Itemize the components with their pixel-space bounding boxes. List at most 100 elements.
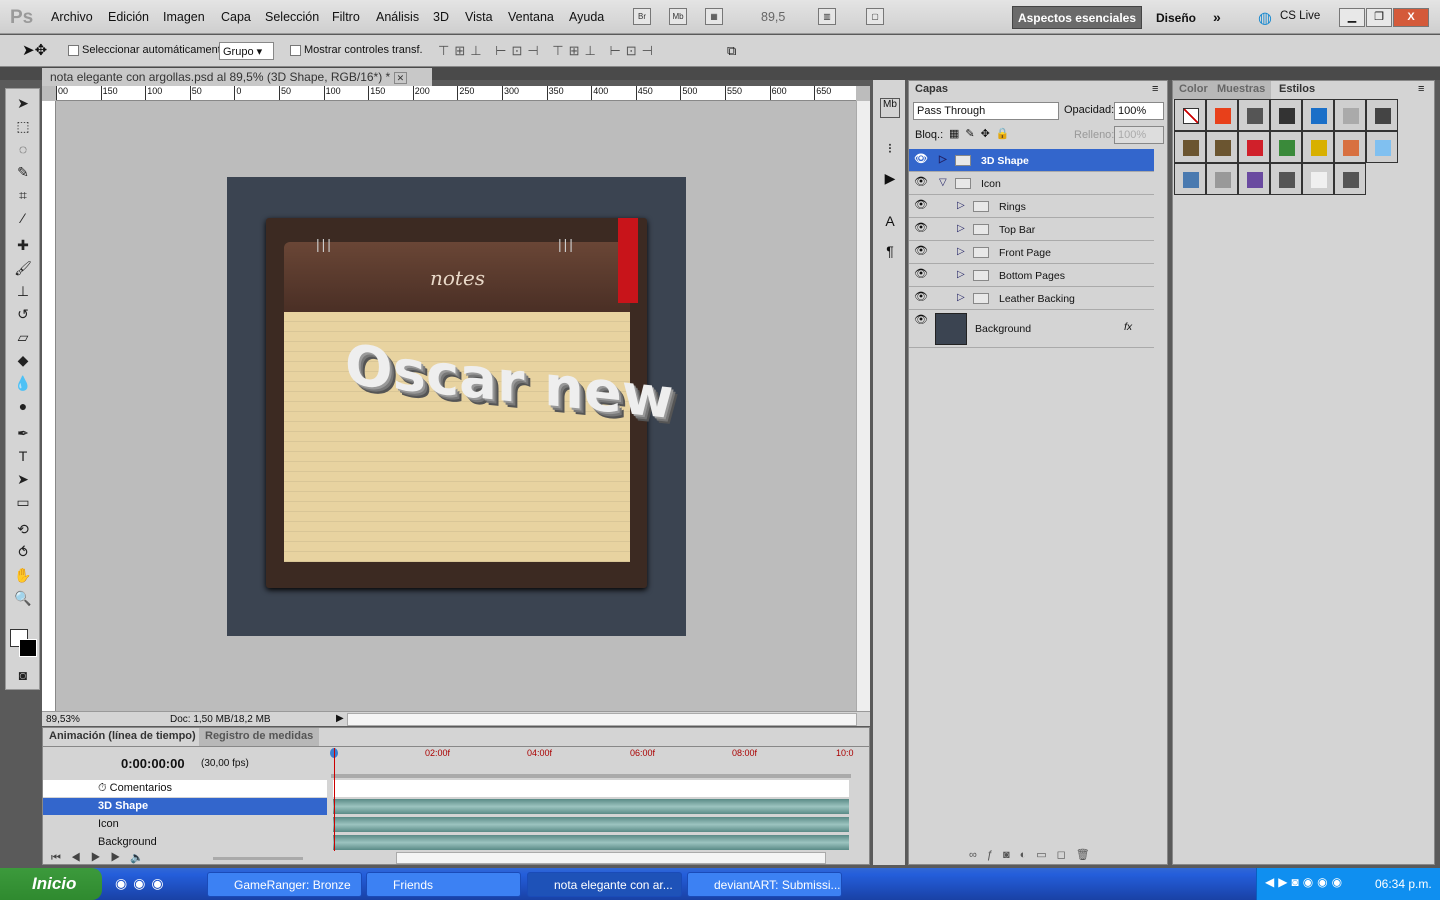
- minimize-button[interactable]: ▁: [1339, 8, 1365, 27]
- tab-animation[interactable]: Animación (línea de tiempo): [43, 728, 202, 746]
- layer-row[interactable]: 👁 ▽ Icon: [909, 172, 1154, 195]
- menu-seleccion[interactable]: Selección: [265, 10, 319, 24]
- status-menu-arrow-icon[interactable]: ▶: [336, 713, 344, 724]
- restore-button[interactable]: ❐: [1366, 8, 1392, 27]
- menu-edicion[interactable]: Edición: [108, 10, 149, 24]
- visibility-eye-icon[interactable]: 👁: [912, 313, 930, 330]
- expand-right-icon[interactable]: ▷: [957, 269, 965, 280]
- auto-align-icon[interactable]: ⧉: [727, 43, 736, 59]
- timeline-row-background[interactable]: Background: [43, 834, 327, 851]
- close-document-icon[interactable]: ✕: [393, 72, 408, 84]
- show-transform-checkbox[interactable]: Mostrar controles transf.: [290, 44, 423, 56]
- expand-right-icon[interactable]: ▷: [957, 292, 965, 303]
- blur-tool[interactable]: 💧: [12, 375, 34, 395]
- timeline-track[interactable]: [333, 835, 849, 850]
- menu-archivo[interactable]: Archivo: [51, 10, 93, 24]
- style-swatch[interactable]: [1238, 99, 1270, 131]
- style-swatch[interactable]: [1174, 99, 1206, 131]
- mini-bridge-button[interactable]: Mb: [669, 8, 687, 25]
- 3d-rotate-tool[interactable]: ⟲: [12, 521, 34, 541]
- history-brush-tool[interactable]: ↺: [12, 306, 34, 326]
- style-swatch[interactable]: [1206, 163, 1238, 195]
- zoom-tool[interactable]: 🔍: [12, 590, 34, 610]
- visibility-eye-icon[interactable]: 👁: [912, 244, 930, 261]
- layer-row[interactable]: 👁 ▷ Rings: [909, 195, 1154, 218]
- tab-color[interactable]: Color: [1173, 81, 1214, 99]
- style-swatch[interactable]: [1366, 131, 1398, 163]
- task-gameranger[interactable]: GameRanger: Bronze: [207, 872, 362, 897]
- vertical-scrollbar[interactable]: [856, 101, 870, 711]
- view-extras-button[interactable]: ▦: [705, 8, 723, 25]
- paragraph-icon[interactable]: ¶: [880, 243, 900, 263]
- expand-down-icon[interactable]: ▽: [939, 177, 947, 188]
- visibility-eye-icon[interactable]: 👁: [912, 267, 930, 284]
- layer-row[interactable]: 👁 ▷ Top Bar: [909, 218, 1154, 241]
- fx-icon[interactable]: fx: [1124, 321, 1132, 333]
- move-tool[interactable]: ➤: [12, 95, 34, 115]
- style-swatch[interactable]: [1270, 99, 1302, 131]
- task-friends[interactable]: Friends: [366, 872, 521, 897]
- path-selection-tool[interactable]: ➤: [12, 471, 34, 491]
- menu-filtro[interactable]: Filtro: [332, 10, 360, 24]
- style-swatch[interactable]: [1334, 99, 1366, 131]
- style-swatch[interactable]: [1302, 163, 1334, 195]
- layer-row[interactable]: 👁 Background fx: [909, 310, 1154, 348]
- style-swatch[interactable]: [1206, 99, 1238, 131]
- menu-imagen[interactable]: Imagen: [163, 10, 205, 24]
- task-deviantart[interactable]: deviantART: Submissi...: [687, 872, 842, 897]
- type-tool[interactable]: T: [12, 448, 34, 468]
- eraser-tool[interactable]: ▱: [12, 329, 34, 349]
- layer-row[interactable]: 👁 ▷ Bottom Pages: [909, 264, 1154, 287]
- pen-tool[interactable]: ✒: [12, 425, 34, 445]
- visibility-eye-icon[interactable]: 👁: [912, 152, 930, 169]
- lock-icons[interactable]: ▦✎✥🔒: [949, 127, 1016, 140]
- panel-menu-icon[interactable]: ≡: [1418, 83, 1424, 95]
- quick-mask-icon[interactable]: ◙: [12, 667, 34, 687]
- auto-select-dropdown[interactable]: Grupo ▾: [219, 42, 274, 60]
- expand-right-icon[interactable]: ▷: [957, 200, 965, 211]
- cs-live-button[interactable]: CS Live: [1280, 10, 1320, 22]
- layer-row[interactable]: 👁 ▷ Front Page: [909, 241, 1154, 264]
- clone-stamp-tool[interactable]: ⊥: [12, 283, 34, 303]
- style-swatch[interactable]: [1174, 131, 1206, 163]
- marquee-tool[interactable]: ⬚: [12, 118, 34, 138]
- zoom-level-dropdown[interactable]: 89,5: [761, 10, 785, 24]
- style-swatch[interactable]: [1238, 131, 1270, 163]
- zoom-slider[interactable]: [213, 857, 303, 860]
- style-swatch[interactable]: [1270, 131, 1302, 163]
- history-icon[interactable]: ⁝: [880, 140, 900, 160]
- close-button[interactable]: X: [1393, 8, 1429, 27]
- menu-vista[interactable]: Vista: [465, 10, 493, 24]
- style-swatch[interactable]: [1302, 131, 1334, 163]
- 3d-orbit-tool[interactable]: ⥀: [12, 544, 34, 564]
- workspace-design-button[interactable]: Diseño: [1156, 11, 1196, 25]
- blend-mode-dropdown[interactable]: Pass Through: [913, 102, 1059, 120]
- tab-measurement-log[interactable]: Registro de medidas: [199, 728, 320, 746]
- layer-row[interactable]: 👁 ▷ 3D Shape: [909, 149, 1154, 172]
- timecode[interactable]: 0:00:00:00: [121, 756, 185, 771]
- expand-right-icon[interactable]: ▷: [957, 223, 965, 234]
- tab-layers[interactable]: Capas: [909, 81, 955, 99]
- menu-analisis[interactable]: Análisis: [376, 10, 419, 24]
- layer-row[interactable]: 👁 ▷ Leather Backing: [909, 287, 1154, 310]
- opacity-input[interactable]: 100%: [1114, 102, 1164, 120]
- healing-brush-tool[interactable]: ✚: [12, 237, 34, 257]
- style-swatch[interactable]: [1270, 163, 1302, 195]
- paint-bucket-tool[interactable]: ◆: [12, 352, 34, 372]
- character-icon[interactable]: A: [880, 213, 900, 233]
- menu-ventana[interactable]: Ventana: [508, 10, 554, 24]
- timeline-row-3d-shape[interactable]: 3D Shape: [43, 798, 327, 815]
- layer-actions-icons[interactable]: ∞ƒ◙◐▭◻🗑: [969, 848, 1100, 861]
- visibility-eye-icon[interactable]: 👁: [912, 175, 930, 192]
- timeline-row-comments[interactable]: ⏱ Comentarios: [43, 780, 327, 797]
- mini-bridge-icon[interactable]: Mb: [880, 98, 900, 118]
- eyedropper-tool[interactable]: ⁄: [12, 210, 34, 230]
- bridge-button[interactable]: Br: [633, 8, 651, 25]
- document-tab[interactable]: nota elegante con argollas.psd al 89,5% …: [42, 68, 432, 87]
- auto-select-checkbox[interactable]: Seleccionar automáticamente:: [68, 44, 230, 56]
- start-button[interactable]: Inicio: [0, 868, 102, 900]
- style-swatch[interactable]: [1174, 163, 1206, 195]
- tray-icons[interactable]: ◀▶◙◉◉◉: [1265, 875, 1346, 889]
- workspace-essentials-button[interactable]: Aspectos esenciales: [1012, 6, 1142, 29]
- move-tool-icon[interactable]: ➤✥: [22, 41, 47, 59]
